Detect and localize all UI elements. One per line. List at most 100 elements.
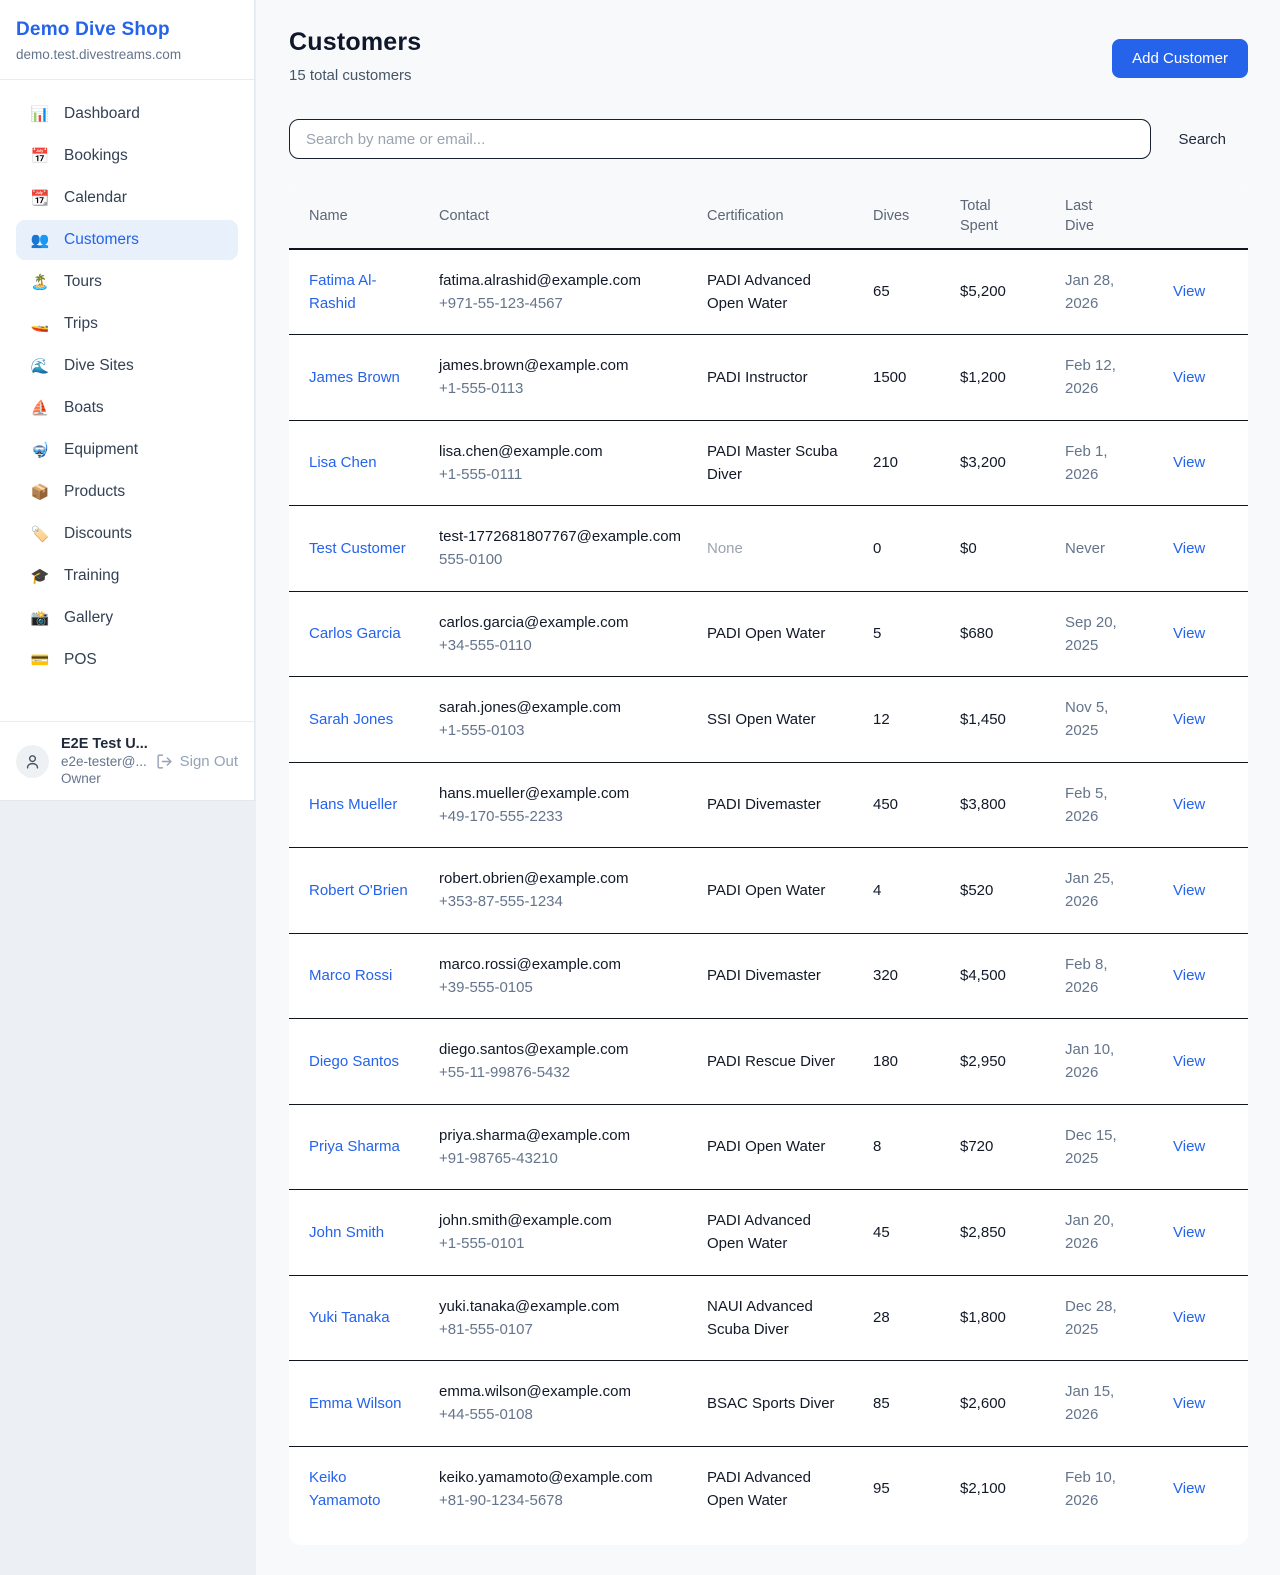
- sidebar-item-dashboard[interactable]: 📊 Dashboard: [16, 94, 238, 134]
- shop-title[interactable]: Demo Dive Shop: [16, 19, 238, 41]
- customer-name-link[interactable]: Carlos Garcia: [309, 625, 401, 642]
- view-link[interactable]: View: [1173, 540, 1205, 557]
- sidebar-item-label: Training: [64, 567, 119, 585]
- sidebar-item-equipment[interactable]: 🤿 Equipment: [16, 430, 238, 470]
- search-input[interactable]: [289, 119, 1151, 159]
- view-link[interactable]: View: [1173, 796, 1205, 813]
- calendar-icon: 📆: [30, 191, 50, 206]
- certification: BSAC Sports Diver: [707, 1395, 835, 1412]
- sidebar-item-discounts[interactable]: 🏷️ Discounts: [16, 514, 238, 554]
- total-spent: $3,800: [960, 762, 1065, 848]
- sidebar-item-boats[interactable]: ⛵ Boats: [16, 388, 238, 428]
- customer-name-link[interactable]: Sarah Jones: [309, 711, 393, 728]
- equipment-icon: 🤿: [30, 443, 50, 458]
- customer-name-link[interactable]: Diego Santos: [309, 1053, 399, 1070]
- sign-out-icon: [156, 753, 173, 770]
- customer-name-link[interactable]: Yuki Tanaka: [309, 1309, 390, 1326]
- table-row: Hans Mueller hans.mueller@example.com +4…: [289, 762, 1248, 848]
- customer-name-link[interactable]: Keiko Yamamoto: [309, 1469, 380, 1509]
- view-link[interactable]: View: [1173, 1138, 1205, 1155]
- certification: PADI Advanced Open Water: [707, 1212, 811, 1252]
- view-link[interactable]: View: [1173, 711, 1205, 728]
- view-link[interactable]: View: [1173, 454, 1205, 471]
- pos-icon: 💳: [30, 653, 50, 668]
- shop-domain: demo.test.divestreams.com: [16, 47, 238, 62]
- customer-email: emma.wilson@example.com: [439, 1380, 683, 1403]
- sidebar-item-bookings[interactable]: 📅 Bookings: [16, 136, 238, 176]
- dives-count: 5: [873, 591, 960, 677]
- customer-name-link[interactable]: Marco Rossi: [309, 967, 392, 984]
- table-header-row: Name Contact Certification Dives Total S…: [289, 185, 1248, 249]
- certification: PADI Open Water: [707, 625, 825, 642]
- dives-count: 12: [873, 677, 960, 763]
- view-link[interactable]: View: [1173, 1395, 1205, 1412]
- customer-name-link[interactable]: Fatima Al-Rashid: [309, 272, 377, 312]
- total-spent: $5,200: [960, 249, 1065, 335]
- last-dive-date: Jan 15, 2026: [1065, 1380, 1143, 1427]
- sidebar-item-products[interactable]: 📦 Products: [16, 472, 238, 512]
- sidebar-item-pos[interactable]: 💳 POS: [16, 640, 238, 680]
- page-title: Customers: [289, 28, 421, 57]
- total-spent: $0: [960, 506, 1065, 592]
- sidebar-item-label: Customers: [64, 231, 139, 249]
- certification: None: [707, 540, 743, 557]
- certification: PADI Open Water: [707, 882, 825, 899]
- training-icon: 🎓: [30, 569, 50, 584]
- col-header-contact: Contact: [439, 185, 707, 249]
- view-link[interactable]: View: [1173, 625, 1205, 642]
- last-dive-date: Nov 5, 2025: [1065, 696, 1143, 743]
- sidebar-item-label: Trips: [64, 315, 98, 333]
- total-spent: $4,500: [960, 933, 1065, 1019]
- customer-email: james.brown@example.com: [439, 354, 683, 377]
- last-dive-date: Feb 1, 2026: [1065, 440, 1143, 487]
- sidebar-item-gallery[interactable]: 📸 Gallery: [16, 598, 238, 638]
- customer-name-link[interactable]: Emma Wilson: [309, 1395, 402, 1412]
- customer-email: marco.rossi@example.com: [439, 953, 683, 976]
- total-spent: $1,450: [960, 677, 1065, 763]
- dives-count: 45: [873, 1190, 960, 1276]
- view-link[interactable]: View: [1173, 967, 1205, 984]
- add-customer-button[interactable]: Add Customer: [1112, 39, 1248, 78]
- total-spent: $3,200: [960, 420, 1065, 506]
- customer-name-link[interactable]: Test Customer: [309, 540, 406, 557]
- customer-name-link[interactable]: Priya Sharma: [309, 1138, 400, 1155]
- sidebar-item-label: Tours: [64, 273, 102, 291]
- sidebar-item-tours[interactable]: 🏝️ Tours: [16, 262, 238, 302]
- sidebar-item-training[interactable]: 🎓 Training: [16, 556, 238, 596]
- sidebar-item-dive-sites[interactable]: 🌊 Dive Sites: [16, 346, 238, 386]
- customer-email: test-1772681807767@example.com: [439, 525, 683, 548]
- customer-name-link[interactable]: Hans Mueller: [309, 796, 397, 813]
- last-dive-date: Jan 28, 2026: [1065, 269, 1143, 316]
- customer-name-link[interactable]: Lisa Chen: [309, 454, 377, 471]
- dives-count: 8: [873, 1104, 960, 1190]
- last-dive-date: Feb 12, 2026: [1065, 354, 1143, 401]
- view-link[interactable]: View: [1173, 1053, 1205, 1070]
- certification: PADI Instructor: [707, 369, 808, 386]
- customer-phone: +1-555-0111: [439, 463, 683, 486]
- total-spent: $1,200: [960, 335, 1065, 421]
- customer-name-link[interactable]: John Smith: [309, 1224, 384, 1241]
- sign-out-button[interactable]: Sign Out: [156, 753, 238, 770]
- search-button[interactable]: Search: [1151, 131, 1248, 148]
- table-row: Sarah Jones sarah.jones@example.com +1-5…: [289, 677, 1248, 763]
- sidebar-item-trips[interactable]: 🚤 Trips: [16, 304, 238, 344]
- table-row: Keiko Yamamoto keiko.yamamoto@example.co…: [289, 1446, 1248, 1531]
- view-link[interactable]: View: [1173, 1480, 1205, 1497]
- view-link[interactable]: View: [1173, 369, 1205, 386]
- view-link[interactable]: View: [1173, 882, 1205, 899]
- view-link[interactable]: View: [1173, 283, 1205, 300]
- certification: NAUI Advanced Scuba Diver: [707, 1298, 813, 1338]
- sidebar-item-customers[interactable]: 👥 Customers: [16, 220, 238, 260]
- customer-name-link[interactable]: James Brown: [309, 369, 400, 386]
- col-header-total-spent: Total Spent: [960, 185, 1065, 249]
- sidebar-item-calendar[interactable]: 📆 Calendar: [16, 178, 238, 218]
- customers-table-card: Name Contact Certification Dives Total S…: [289, 185, 1248, 1545]
- customer-email: john.smith@example.com: [439, 1209, 683, 1232]
- certification: PADI Divemaster: [707, 796, 821, 813]
- customer-phone: +55-11-99876-5432: [439, 1061, 683, 1084]
- view-link[interactable]: View: [1173, 1309, 1205, 1326]
- customer-name-link[interactable]: Robert O'Brien: [309, 882, 408, 899]
- view-link[interactable]: View: [1173, 1224, 1205, 1241]
- total-spent: $2,850: [960, 1190, 1065, 1276]
- dives-count: 450: [873, 762, 960, 848]
